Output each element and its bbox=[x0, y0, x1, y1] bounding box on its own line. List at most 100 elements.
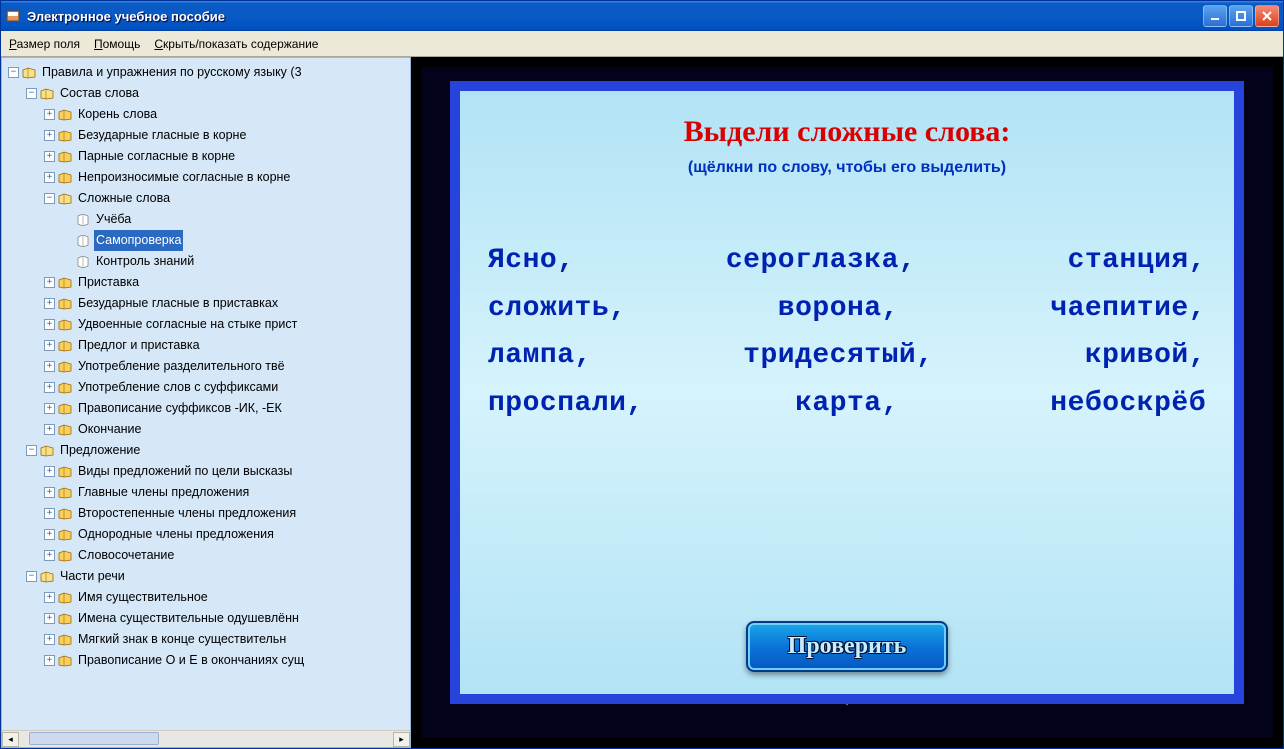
close-button[interactable] bbox=[1255, 5, 1279, 27]
tree-label[interactable]: Словосочетание bbox=[76, 545, 176, 566]
tree-label[interactable]: Главные члены предложения bbox=[76, 482, 251, 503]
expand-icon[interactable]: + bbox=[44, 151, 55, 162]
tree-node-ik_ek[interactable]: + Правописание суффиксов -ИК, -ЕК bbox=[4, 398, 410, 419]
tree-label[interactable]: Части речи bbox=[58, 566, 127, 587]
tree-node-predlog[interactable]: + Предлог и приставка bbox=[4, 335, 410, 356]
tree-label[interactable]: Учёба bbox=[94, 209, 133, 230]
tree-label[interactable]: Самопроверка bbox=[94, 230, 183, 251]
collapse-icon[interactable]: − bbox=[26, 88, 37, 99]
tree-node-chasti[interactable]: − Части речи bbox=[4, 566, 410, 587]
tree-label[interactable]: Имена существительные одушевлённ bbox=[76, 608, 301, 629]
tree-node-koren[interactable]: + Корень слова bbox=[4, 104, 410, 125]
expand-icon[interactable]: + bbox=[44, 529, 55, 540]
tree-label[interactable]: Контроль знаний bbox=[94, 251, 196, 272]
tree-node-samoproverka[interactable]: Самопроверка bbox=[4, 230, 410, 251]
tree-node-razdel_tv[interactable]: + Употребление разделительного твё bbox=[4, 356, 410, 377]
tree-node-myag[interactable]: + Мягкий знак в конце существительн bbox=[4, 629, 410, 650]
tree-label[interactable]: Корень слова bbox=[76, 104, 159, 125]
tree-node-slozhnye[interactable]: − Сложные слова bbox=[4, 188, 410, 209]
expand-icon[interactable]: + bbox=[44, 424, 55, 435]
tree-label[interactable]: Второстепенные члены предложения bbox=[76, 503, 298, 524]
expand-icon[interactable]: + bbox=[44, 382, 55, 393]
expand-icon[interactable]: + bbox=[44, 277, 55, 288]
tree-node-slovosoch[interactable]: + Словосочетание bbox=[4, 545, 410, 566]
tree-node-ucheba[interactable]: Учёба bbox=[4, 209, 410, 230]
expand-icon[interactable]: + bbox=[44, 361, 55, 372]
tree-label[interactable]: Приставка bbox=[76, 272, 141, 293]
word-11[interactable]: карта bbox=[795, 388, 882, 419]
tree-node-sush[interactable]: + Имя существительное bbox=[4, 587, 410, 608]
expand-icon[interactable]: + bbox=[44, 172, 55, 183]
word-4[interactable]: сложить bbox=[488, 293, 609, 324]
tree-label[interactable]: Непроизносимые согласные в корне bbox=[76, 167, 292, 188]
minimize-button[interactable] bbox=[1203, 5, 1227, 27]
expand-icon[interactable]: + bbox=[44, 298, 55, 309]
tree-label[interactable]: Парные согласные в корне bbox=[76, 146, 237, 167]
menu-help[interactable]: Помощь bbox=[94, 37, 140, 51]
tree-label[interactable]: Однородные члены предложения bbox=[76, 524, 276, 545]
expand-icon[interactable]: + bbox=[44, 466, 55, 477]
tree-label[interactable]: Мягкий знак в конце существительн bbox=[76, 629, 288, 650]
menu-field-size[interactable]: Размер поля bbox=[9, 37, 80, 51]
tree-node-udvoennye[interactable]: + Удвоенные согласные на стыке прист bbox=[4, 314, 410, 335]
expand-icon[interactable]: + bbox=[44, 403, 55, 414]
word-1[interactable]: Ясно bbox=[488, 245, 557, 276]
tree-label[interactable]: Безударные гласные в корне bbox=[76, 125, 248, 146]
expand-icon[interactable]: + bbox=[44, 550, 55, 561]
tree-label[interactable]: Предложение bbox=[58, 440, 142, 461]
scrollbar-thumb[interactable] bbox=[29, 732, 159, 745]
tree-label[interactable]: Употребление разделительного твё bbox=[76, 356, 287, 377]
tree-label[interactable]: Правила и упражнения по русскому языку (… bbox=[40, 62, 304, 83]
tree-label[interactable]: Употребление слов с суффиксами bbox=[76, 377, 280, 398]
scroll-left-button[interactable]: ◂ bbox=[2, 732, 19, 747]
collapse-icon[interactable]: − bbox=[44, 193, 55, 204]
tree-node-bezud_pris[interactable]: + Безударные гласные в приставках bbox=[4, 293, 410, 314]
collapse-icon[interactable]: − bbox=[8, 67, 19, 78]
tree-node-pristavka[interactable]: + Приставка bbox=[4, 272, 410, 293]
expand-icon[interactable]: + bbox=[44, 592, 55, 603]
word-7[interactable]: лампа bbox=[488, 340, 575, 371]
tree-node-neproiz[interactable]: + Непроизносимые согласные в корне bbox=[4, 167, 410, 188]
expand-icon[interactable]: + bbox=[44, 487, 55, 498]
tree-node-kontrol[interactable]: Контроль знаний bbox=[4, 251, 410, 272]
tree-node-odush[interactable]: + Имена существительные одушевлённ bbox=[4, 608, 410, 629]
tree-node-oe[interactable]: + Правописание О и Е в окончаниях сущ bbox=[4, 650, 410, 671]
menu-toggle-contents[interactable]: Скрыть/показать содержание bbox=[154, 37, 318, 51]
word-9[interactable]: кривой bbox=[1085, 340, 1189, 371]
tree-node-okonchanie[interactable]: + Окончание bbox=[4, 419, 410, 440]
collapse-icon[interactable]: − bbox=[26, 571, 37, 582]
expand-icon[interactable]: + bbox=[44, 634, 55, 645]
word-6[interactable]: чаепитие bbox=[1050, 293, 1188, 324]
tree-view[interactable]: −Правила и упражнения по русскому языку … bbox=[2, 58, 410, 730]
scroll-right-button[interactable]: ▸ bbox=[393, 732, 410, 747]
word-10[interactable]: проспали bbox=[488, 388, 626, 419]
expand-icon[interactable]: + bbox=[44, 319, 55, 330]
expand-icon[interactable]: + bbox=[44, 109, 55, 120]
tree-label[interactable]: Состав слова bbox=[58, 83, 141, 104]
check-button[interactable]: Проверить bbox=[746, 621, 949, 672]
maximize-button[interactable] bbox=[1229, 5, 1253, 27]
tree-label[interactable]: Удвоенные согласные на стыке прист bbox=[76, 314, 299, 335]
tree-label[interactable]: Правописание суффиксов -ИК, -ЕК bbox=[76, 398, 284, 419]
word-2[interactable]: сероглазка bbox=[726, 245, 899, 276]
tree-node-suffix[interactable]: + Употребление слов с суффиксами bbox=[4, 377, 410, 398]
expand-icon[interactable]: + bbox=[44, 508, 55, 519]
horizontal-scrollbar[interactable]: ◂ ▸ bbox=[2, 730, 410, 747]
tree-node-parniye[interactable]: + Парные согласные в корне bbox=[4, 146, 410, 167]
tree-node-root[interactable]: − Правила и упражнения по русскому языку … bbox=[4, 62, 410, 83]
expand-icon[interactable]: + bbox=[44, 340, 55, 351]
tree-label[interactable]: Имя существительное bbox=[76, 587, 210, 608]
tree-label[interactable]: Предлог и приставка bbox=[76, 335, 202, 356]
tree-label[interactable]: Сложные слова bbox=[76, 188, 172, 209]
word-3[interactable]: станция bbox=[1068, 245, 1189, 276]
tree-label[interactable]: Правописание О и Е в окончаниях сущ bbox=[76, 650, 306, 671]
tree-node-glavnye[interactable]: + Главные члены предложения bbox=[4, 482, 410, 503]
tree-label[interactable]: Виды предложений по цели высказы bbox=[76, 461, 294, 482]
tree-node-bezud[interactable]: + Безударные гласные в корне bbox=[4, 125, 410, 146]
expand-icon[interactable]: + bbox=[44, 655, 55, 666]
tree-label[interactable]: Окончание bbox=[76, 419, 144, 440]
expand-icon[interactable]: + bbox=[44, 613, 55, 624]
tree-node-vidy[interactable]: + Виды предложений по цели высказы bbox=[4, 461, 410, 482]
tree-label[interactable]: Безударные гласные в приставках bbox=[76, 293, 280, 314]
expand-icon[interactable]: + bbox=[44, 130, 55, 141]
